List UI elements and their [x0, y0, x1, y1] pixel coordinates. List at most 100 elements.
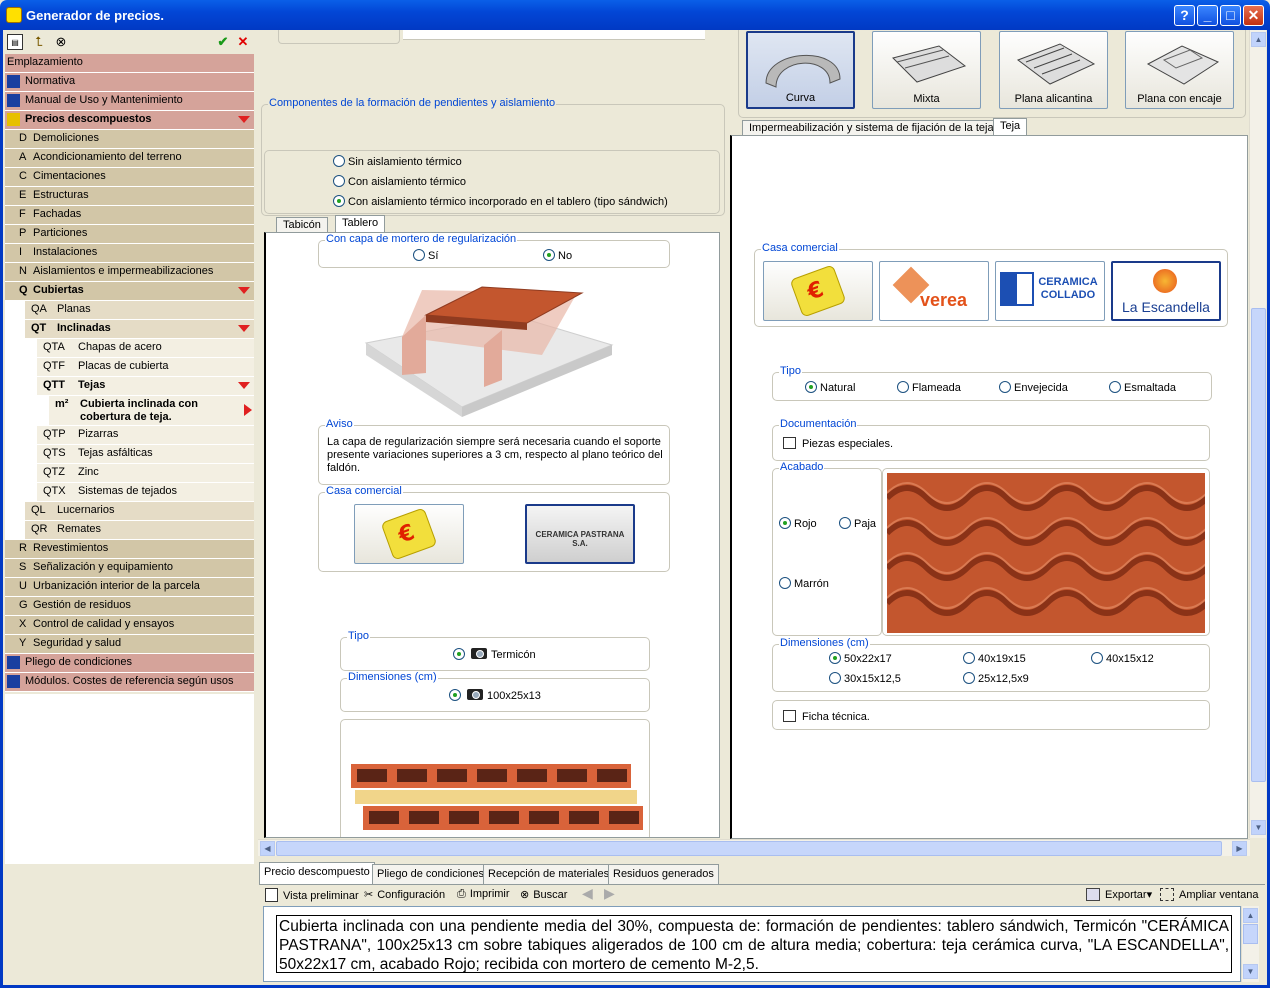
vista-preliminar-button[interactable]: Vista preliminar	[265, 888, 359, 902]
tree-item[interactable]: Q Cubiertas	[5, 282, 254, 301]
radio-circle[interactable]	[413, 249, 425, 261]
tree-item[interactable]: E Estructuras	[5, 187, 254, 206]
radio-50x22x17[interactable]: 50x22x17	[829, 652, 892, 665]
tree-item[interactable]: m² Cubierta inclinada con cobertura de te…	[5, 396, 254, 426]
radio-aislamiento-sandwich[interactable]: Con aislamiento térmico incorporado en e…	[333, 195, 668, 208]
right-vertical-scrollbar[interactable]: ▲ ▼	[1249, 30, 1266, 838]
escandella-brand-button[interactable]: La Escandella	[1111, 261, 1221, 321]
radio-40x15x12[interactable]: 40x15x12	[1091, 652, 1154, 665]
radio-40x19x15[interactable]: 40x19x15	[963, 652, 1026, 665]
next-arrow-icon[interactable]: ▶	[604, 885, 615, 902]
tree-item[interactable]: F Fachadas	[5, 206, 254, 225]
collapse-arrow-icon[interactable]	[238, 325, 250, 332]
tree-item[interactable]: U Urbanización interior de la parcela	[5, 578, 254, 597]
tree-item[interactable]: Normativa	[5, 73, 254, 92]
tree-item[interactable]: Manual de Uso y Mantenimiento	[5, 92, 254, 111]
radio-circle[interactable]	[999, 381, 1011, 393]
radio-circle[interactable]	[1109, 381, 1121, 393]
radio-circle[interactable]	[779, 577, 791, 589]
radio-circle[interactable]	[963, 672, 975, 684]
buscar-button[interactable]: ⊗ Buscar	[520, 888, 567, 901]
tree-item[interactable]: QR Remates	[5, 521, 254, 540]
tree-item[interactable]: QTZ Zinc	[5, 464, 254, 483]
tree-item[interactable]: G Gestión de residuos	[5, 597, 254, 616]
radio-circle[interactable]	[963, 652, 975, 664]
tree-item[interactable]: Módulos. Costes de referencia según usos	[5, 673, 254, 692]
scroll-up-icon[interactable]: ▲	[1243, 908, 1258, 923]
radio-paja[interactable]: Paja	[839, 517, 876, 530]
description-scrollbar[interactable]: ▲ ▼	[1241, 906, 1259, 982]
generic-price-button[interactable]: €	[354, 504, 464, 564]
teja-plana-encaje-button[interactable]: Plana con encaje	[1125, 31, 1234, 109]
ampliar-ventana-button[interactable]: Ampliar ventana	[1160, 888, 1259, 901]
radio-25x12-5x9[interactable]: 25x12,5x9	[963, 672, 1029, 685]
scroll-thumb[interactable]	[1251, 308, 1266, 782]
radio-circle[interactable]	[333, 175, 345, 187]
radio-sin-aislamiento[interactable]: Sin aislamiento térmico	[333, 155, 462, 168]
piezas-especiales-link[interactable]: Piezas especiales.	[783, 437, 893, 450]
radio-rojo[interactable]: Rojo	[779, 517, 817, 530]
tree-item[interactable]: R Revestimientos	[5, 540, 254, 559]
camera-icon[interactable]	[471, 648, 487, 659]
tree-item[interactable]: D Demoliciones	[5, 130, 254, 149]
radio-circle[interactable]	[1091, 652, 1103, 664]
exportar-button[interactable]: Exportar▾	[1086, 888, 1152, 901]
radio-esmaltada[interactable]: Esmaltada	[1109, 381, 1176, 394]
tree-item[interactable]: S Señalización y equipamiento	[5, 559, 254, 578]
collapse-arrow-icon[interactable]	[238, 116, 250, 123]
tree-item[interactable]: QTT Tejas	[5, 377, 254, 396]
scroll-left-icon[interactable]: ◀	[260, 841, 275, 856]
tree-item[interactable]: QA Planas	[5, 301, 254, 320]
tree-item[interactable]: QTP Pizarras	[5, 426, 254, 445]
maximize-button[interactable]: □	[1220, 5, 1241, 26]
radio-30x15x12-5[interactable]: 30x15x12,5	[829, 672, 901, 685]
ficha-tecnica-link[interactable]: Ficha técnica.	[783, 710, 870, 723]
radio-envejecida[interactable]: Envejecida	[999, 381, 1068, 394]
collapse-arrow-icon[interactable]	[238, 287, 250, 294]
radio-flameada[interactable]: Flameada	[897, 381, 961, 394]
tab-precio-descompuesto[interactable]: Precio descompuesto	[259, 862, 375, 884]
radio-circle[interactable]	[449, 689, 461, 701]
collapse-arrow-icon[interactable]	[238, 382, 250, 389]
up-folder-icon[interactable]: ⮤	[31, 34, 47, 50]
horizontal-scrollbar[interactable]: ◀ ▶	[258, 839, 1250, 856]
tree-item[interactable]: QL Lucernarios	[5, 502, 254, 521]
imprimir-button[interactable]: ⎙ Imprimir	[457, 888, 510, 901]
binoculars-icon[interactable]: ⊗	[53, 34, 69, 50]
tree-item[interactable]: QT Inclinadas	[5, 320, 254, 339]
radio-circle[interactable]	[333, 195, 345, 207]
tree-item[interactable]: QTF Placas de cubierta	[5, 358, 254, 377]
radio-circle[interactable]	[839, 517, 851, 529]
radio-termicon[interactable]: Termicón	[453, 648, 536, 661]
scroll-thumb[interactable]	[1243, 924, 1258, 944]
right-generic-price-button[interactable]: €	[763, 261, 873, 321]
tree-item[interactable]: N Aislamientos e impermeabilizaciones	[5, 263, 254, 282]
tree-item[interactable]: P Particiones	[5, 225, 254, 244]
keyboard-icon[interactable]: ▤	[7, 34, 23, 50]
radio-circle[interactable]	[779, 517, 791, 529]
tree-item[interactable]: I Instalaciones	[5, 244, 254, 263]
pastrana-brand-button[interactable]: CERAMICA PASTRANA S.A.	[525, 504, 635, 564]
minimize-button[interactable]: _	[1197, 5, 1218, 26]
collado-brand-button[interactable]: CERAMICA COLLADO	[995, 261, 1105, 321]
tree-item[interactable]: Emplazamiento	[5, 54, 254, 73]
h-scroll-thumb[interactable]	[276, 841, 1222, 856]
tree-item[interactable]: Pliego de condiciones	[5, 654, 254, 673]
close-button[interactable]: ✕	[1243, 5, 1264, 26]
verea-brand-button[interactable]: verea	[879, 261, 989, 321]
radio-dim-100x25x13[interactable]: 100x25x13	[449, 689, 541, 702]
radio-mortero-no[interactable]: No	[543, 249, 572, 262]
tree-item[interactable]: X Control de calidad y ensayos	[5, 616, 254, 635]
radio-circle[interactable]	[543, 249, 555, 261]
scroll-down-icon[interactable]: ▼	[1243, 964, 1258, 979]
teja-curva-button[interactable]: Curva	[746, 31, 855, 109]
teja-plana-alicantina-button[interactable]: Plana alicantina	[999, 31, 1108, 109]
tree-item[interactable]: QTA Chapas de acero	[5, 339, 254, 358]
radio-circle[interactable]	[829, 672, 841, 684]
radio-con-aislamiento[interactable]: Con aislamiento térmico	[333, 175, 466, 188]
tree-item[interactable]: QTX Sistemas de tejados	[5, 483, 254, 502]
radio-natural[interactable]: Natural	[805, 381, 855, 394]
help-button[interactable]: ?	[1174, 5, 1195, 26]
tab-pliego-condiciones[interactable]: Pliego de condiciones	[372, 864, 490, 884]
previous-arrow-icon[interactable]: ◀	[582, 885, 593, 902]
